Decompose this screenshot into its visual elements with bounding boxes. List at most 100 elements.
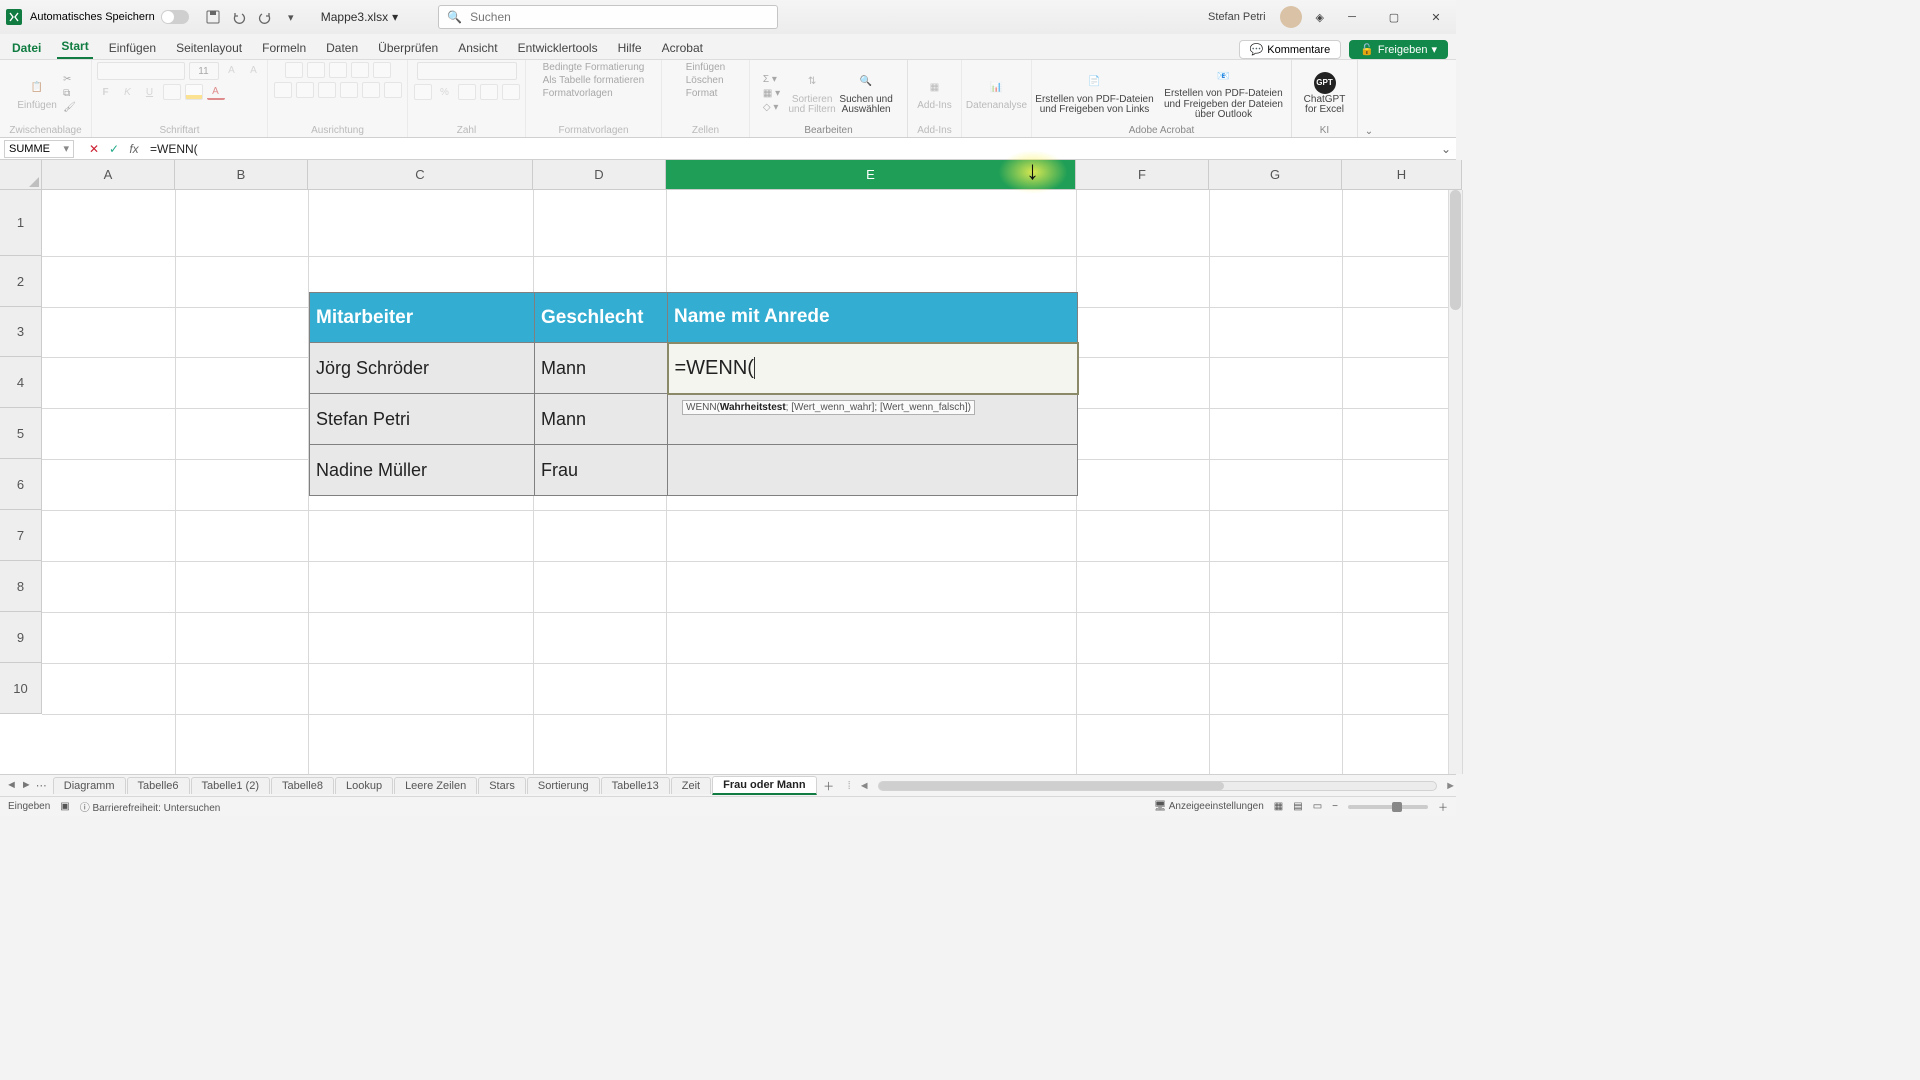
autosave-toggle[interactable] xyxy=(161,10,189,24)
indent-inc-icon[interactable] xyxy=(362,82,380,98)
format-cells-button[interactable]: Format xyxy=(686,88,718,99)
pdf-links-button[interactable]: 📄 Erstellen von PDF-Dateien und Freigebe… xyxy=(1035,72,1155,116)
row-header-2[interactable]: 2 xyxy=(0,256,42,307)
present-icon[interactable]: ◈ xyxy=(1316,11,1324,24)
sheet-tab-zeit[interactable]: Zeit xyxy=(671,777,711,794)
chatgpt-button[interactable]: GPTChatGPT for Excel xyxy=(1303,72,1347,116)
paste-button[interactable]: 📋 Einfügen xyxy=(15,77,59,111)
horizontal-scrollbar[interactable] xyxy=(878,781,1438,791)
sheet-tab-tabelle13[interactable]: Tabelle13 xyxy=(601,777,670,794)
number-format-select[interactable] xyxy=(417,62,517,80)
currency-icon[interactable] xyxy=(414,84,432,100)
fill-color-icon[interactable] xyxy=(185,84,203,100)
tab-scroll-right-icon[interactable]: ► xyxy=(21,779,32,792)
copy-icon[interactable]: ⧉ xyxy=(63,88,76,99)
zoom-out-icon[interactable]: − xyxy=(1332,801,1338,812)
borders-icon[interactable] xyxy=(163,84,181,100)
tab-einfuegen[interactable]: Einfügen xyxy=(105,37,160,59)
expand-formula-icon[interactable]: ⌄ xyxy=(1436,142,1456,156)
tab-menu-icon[interactable]: ⋯ xyxy=(36,779,47,792)
sheet-tab-sortierung[interactable]: Sortierung xyxy=(527,777,600,794)
tab-start[interactable]: Start xyxy=(57,35,92,59)
conditional-formatting-button[interactable]: Bedingte Formatierung xyxy=(543,62,645,73)
find-select-button[interactable]: 🔍 Suchen und Auswählen xyxy=(838,72,894,116)
align-top-icon[interactable] xyxy=(285,62,303,78)
minimize-button[interactable]: ─ xyxy=(1338,7,1366,27)
increase-font-icon[interactable]: A xyxy=(223,62,241,78)
wrap-text-icon[interactable] xyxy=(373,62,391,78)
display-settings-button[interactable]: 🖥 Anzeigeeinstellungen xyxy=(1154,801,1264,812)
row-header-4[interactable]: 4 xyxy=(0,357,42,408)
cell-c4[interactable]: Jörg Schröder xyxy=(310,343,535,394)
row-header-3[interactable]: 3 xyxy=(0,307,42,357)
sheet-tab-stars[interactable]: Stars xyxy=(478,777,526,794)
cancel-formula-icon[interactable]: ✕ xyxy=(84,142,104,156)
decrease-font-icon[interactable]: A xyxy=(245,62,263,78)
cell-d5[interactable]: Mann xyxy=(535,394,668,445)
col-header-a[interactable]: A xyxy=(42,160,175,190)
bold-icon[interactable]: F xyxy=(97,84,115,100)
cell-c6[interactable]: Nadine Müller xyxy=(310,445,535,496)
col-header-c[interactable]: C xyxy=(308,160,533,190)
row-header-5[interactable]: 5 xyxy=(0,408,42,459)
underline-icon[interactable]: U xyxy=(141,84,159,100)
name-box[interactable]: SUMME▾ xyxy=(4,140,74,158)
tab-ueberpruefen[interactable]: Überprüfen xyxy=(374,37,442,59)
tab-entwicklertools[interactable]: Entwicklertools xyxy=(514,37,602,59)
col-header-h[interactable]: H xyxy=(1342,160,1462,190)
indent-dec-icon[interactable] xyxy=(340,82,358,98)
italic-icon[interactable]: K xyxy=(119,84,137,100)
header-geschlecht[interactable]: Geschlecht xyxy=(535,293,668,343)
tab-datei[interactable]: Datei xyxy=(8,37,45,59)
row-header-1[interactable]: 1 xyxy=(0,190,42,256)
comma-icon[interactable] xyxy=(458,84,476,100)
cut-icon[interactable]: ✂ xyxy=(63,74,76,85)
hscroll-left-icon[interactable]: ◄ xyxy=(859,780,870,792)
formula-input[interactable]: =WENN( xyxy=(144,142,1436,156)
sheet-tab-frau-oder-mann[interactable]: Frau oder Mann xyxy=(712,776,817,795)
col-header-d[interactable]: D xyxy=(533,160,666,190)
sheet-tab-tabelle1-2[interactable]: Tabelle1 (2) xyxy=(191,777,270,794)
tab-formeln[interactable]: Formeln xyxy=(258,37,310,59)
close-button[interactable]: ✕ xyxy=(1422,7,1450,27)
cell-e4-editing[interactable]: =WENN( xyxy=(668,343,1078,394)
qat-more-icon[interactable]: ▾ xyxy=(281,7,301,27)
cell-styles-button[interactable]: Formatvorlagen xyxy=(543,88,613,99)
header-anrede[interactable]: Name mit Anrede xyxy=(668,293,1078,343)
delete-cells-button[interactable]: Löschen xyxy=(686,75,724,86)
fx-icon[interactable]: fx xyxy=(124,142,144,156)
maximize-button[interactable]: ▢ xyxy=(1380,7,1408,27)
macro-record-icon[interactable]: ▣ xyxy=(60,801,69,812)
format-as-table-button[interactable]: Als Tabelle formatieren xyxy=(543,75,645,86)
select-all-corner[interactable] xyxy=(0,160,42,190)
row-header-9[interactable]: 9 xyxy=(0,612,42,663)
autosum-icon[interactable]: Σ ▾ xyxy=(763,74,780,85)
sheet-tab-tabelle6[interactable]: Tabelle6 xyxy=(127,777,190,794)
addins-button[interactable]: ▦Add-Ins xyxy=(913,77,957,111)
format-painter-icon[interactable]: 🖌 xyxy=(63,102,76,113)
row-header-7[interactable]: 7 xyxy=(0,510,42,561)
document-name[interactable]: Mappe3.xlsx xyxy=(321,10,388,24)
align-middle-icon[interactable] xyxy=(307,62,325,78)
font-family-select[interactable] xyxy=(97,62,185,80)
row-header-8[interactable]: 8 xyxy=(0,561,42,612)
col-header-b[interactable]: B xyxy=(175,160,308,190)
add-sheet-button[interactable]: ＋ xyxy=(818,778,840,794)
tab-ansicht[interactable]: Ansicht xyxy=(454,37,501,59)
orientation-icon[interactable] xyxy=(351,62,369,78)
tab-scroll-left-icon[interactable]: ◄ xyxy=(6,779,17,792)
percent-icon[interactable]: % xyxy=(436,84,454,100)
tab-hilfe[interactable]: Hilfe xyxy=(614,37,646,59)
zoom-slider[interactable] xyxy=(1348,805,1428,809)
pdf-outlook-button[interactable]: 📧 Erstellen von PDF-Dateien und Freigebe… xyxy=(1159,66,1289,121)
tab-acrobat[interactable]: Acrobat xyxy=(658,37,707,59)
col-header-g[interactable]: G xyxy=(1209,160,1342,190)
search-input[interactable]: 🔍 Suchen xyxy=(438,5,778,29)
user-name[interactable]: Stefan Petri xyxy=(1208,11,1265,23)
cell-d4[interactable]: Mann xyxy=(535,343,668,394)
col-header-f[interactable]: F xyxy=(1076,160,1209,190)
view-normal-icon[interactable]: ▦ xyxy=(1274,801,1283,812)
inc-decimal-icon[interactable] xyxy=(480,84,498,100)
cell-e6[interactable] xyxy=(668,445,1078,496)
share-button[interactable]: 🔓 Freigeben ▾ xyxy=(1349,40,1448,59)
